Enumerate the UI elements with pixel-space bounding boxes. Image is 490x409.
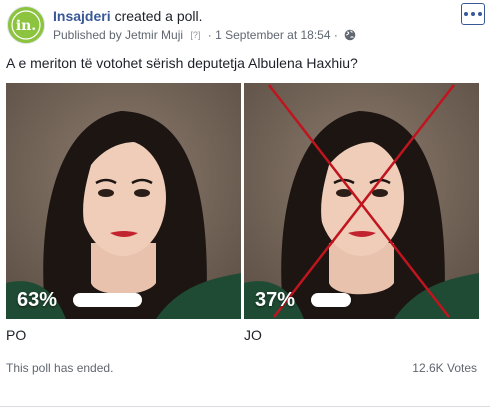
result-bar-fill [311,293,352,307]
option-photo [6,83,241,319]
post-title-line: Insajderi created a poll. [53,8,203,24]
poll-question: A e meriton të votohet sërish deputetja … [6,55,358,71]
post-meta: Published by Jetmir Muji [?] · 1 Septemb… [53,28,356,42]
option-percent: 37% [255,289,296,311]
result-bar-fill [73,293,142,307]
page-name-link[interactable]: Insajderi [53,8,111,24]
post-action-text: created a poll. [114,8,203,24]
result-bar-track [311,293,420,307]
poll-option-po[interactable]: 63% [6,83,241,319]
more-dot-icon [464,12,468,16]
result-bar-track [73,293,182,307]
page-avatar[interactable]: in. [7,6,45,44]
poll-post: in. Insajderi created a poll. Published b… [0,0,490,409]
option-percent: 63% [17,289,58,311]
divider [0,406,490,407]
globe-icon[interactable] [344,29,356,41]
separator-dot: · [207,28,212,42]
red-cross-icon [268,84,455,318]
vote-count[interactable]: 12.6K Votes [412,361,477,375]
help-marker[interactable]: [?] [190,30,200,40]
published-by-link[interactable]: Published by Jetmir Muji [53,28,183,42]
more-dot-icon [471,12,475,16]
poll-status: This poll has ended. [6,361,114,375]
svg-text:in.: in. [16,18,36,34]
option-label-po: PO [6,327,27,343]
insajderi-logo-icon: in. [8,7,44,43]
separator-dot-2: · [333,28,338,42]
more-options-button[interactable] [461,3,485,25]
post-timestamp[interactable]: 1 September at 18:54 [215,28,330,42]
option-label-jo: JO [244,327,262,343]
more-dot-icon [478,12,482,16]
poll-option-jo[interactable]: 37% [244,83,479,319]
